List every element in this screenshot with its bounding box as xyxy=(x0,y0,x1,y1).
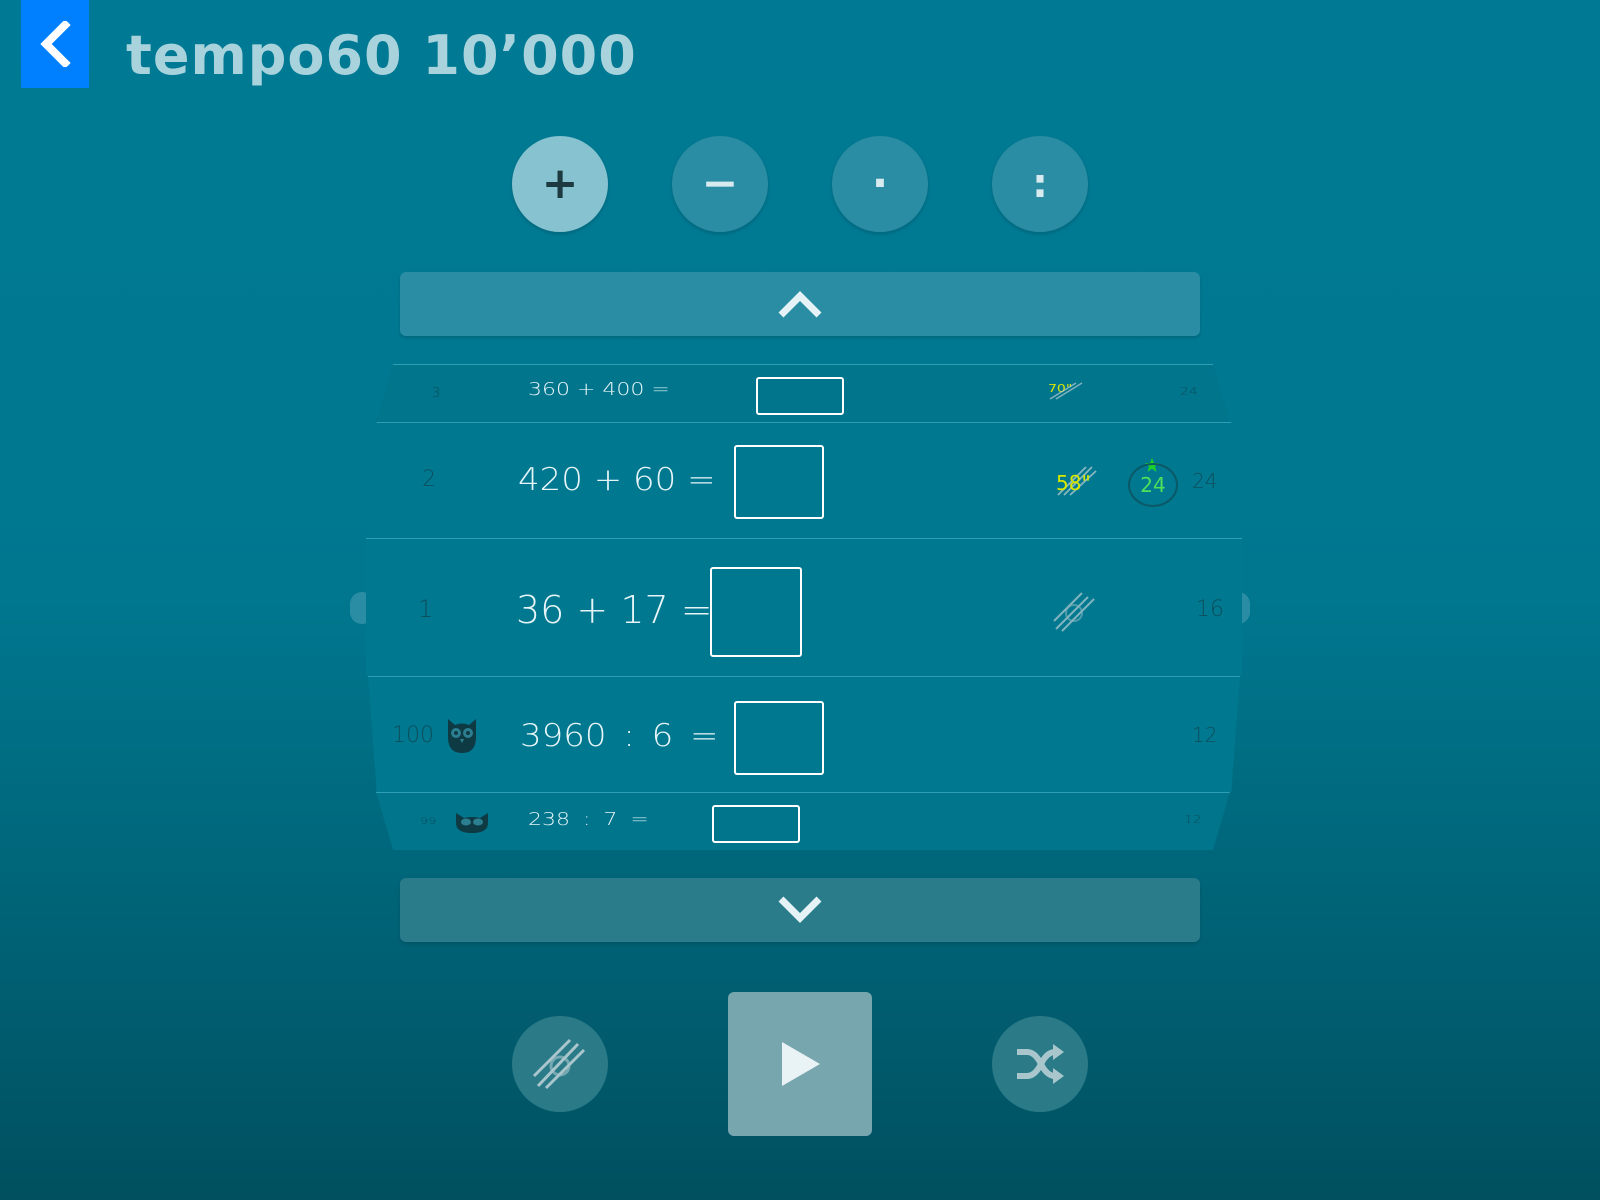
equation-text: 238 : 7 = xyxy=(528,809,649,830)
play-icon xyxy=(782,1042,820,1086)
answer-input[interactable] xyxy=(710,567,802,657)
tempo-mode-button[interactable] xyxy=(512,1016,608,1112)
minus-icon: − xyxy=(701,158,739,209)
answer-input[interactable] xyxy=(756,377,844,415)
chevron-left-icon xyxy=(40,21,71,67)
points-value: 12 xyxy=(1192,723,1218,747)
best-score-ring: 24 xyxy=(1128,463,1178,507)
exercise-row[interactable]: 1 36 + 17 = 16 xyxy=(366,538,1242,676)
divide-icon: : xyxy=(1032,161,1048,207)
shuffle-icon xyxy=(1017,1044,1064,1084)
plus-operation-button[interactable]: + xyxy=(512,136,608,232)
exercise-row[interactable]: 100 3960 : 6 = 12 xyxy=(368,676,1240,792)
plus-icon: + xyxy=(541,158,579,209)
times-operation-button[interactable]: · xyxy=(832,136,928,232)
row-number: 100 xyxy=(392,723,434,748)
operation-selector: + − · : xyxy=(0,136,1600,232)
times-icon: · xyxy=(871,158,889,209)
back-button[interactable] xyxy=(21,0,89,88)
tempo-stripes-icon xyxy=(532,1038,586,1090)
owl-icon xyxy=(456,813,488,833)
scroll-down-button[interactable] xyxy=(400,878,1200,942)
time-badge: 58" xyxy=(1056,471,1091,495)
owl-icon xyxy=(448,719,476,753)
minus-operation-button[interactable]: − xyxy=(672,136,768,232)
shuffle-button[interactable] xyxy=(992,1016,1088,1112)
scroll-up-button[interactable] xyxy=(400,272,1200,336)
row-number: 1 xyxy=(418,595,434,623)
points-value: 24 xyxy=(1192,469,1218,493)
points-value: 12 xyxy=(1184,814,1202,826)
tempo-stripes-icon xyxy=(1049,382,1083,400)
points-value: 24 xyxy=(1180,386,1198,398)
row-number: 3 xyxy=(432,386,441,401)
play-button[interactable] xyxy=(728,992,872,1136)
row-number: 2 xyxy=(422,467,436,492)
tempo-stripes-icon xyxy=(1053,592,1095,632)
points-value: 16 xyxy=(1196,597,1224,622)
equation-text: 36 + 17 = xyxy=(516,588,713,632)
equation-text: 420 + 60 = xyxy=(518,461,716,499)
exercise-row[interactable]: 3 360 + 400 = 70" 24 xyxy=(376,364,1230,422)
row-number: 99 xyxy=(420,816,437,827)
exercise-row[interactable]: 2 420 + 60 = 58" 24 24 xyxy=(368,422,1240,538)
divide-operation-button[interactable]: : xyxy=(992,136,1088,232)
exercise-row[interactable]: 99 238 : 7 = 12 xyxy=(376,792,1230,850)
equation-text: 360 + 400 = xyxy=(528,379,670,400)
answer-input[interactable] xyxy=(734,445,824,519)
equation-text: 3960 : 6 = xyxy=(520,717,719,755)
best-score-value: 24 xyxy=(1140,473,1166,497)
chevron-up-icon xyxy=(778,291,822,318)
page-title: tempo60 10’000 xyxy=(126,24,637,87)
answer-input[interactable] xyxy=(712,805,800,843)
chevron-down-icon xyxy=(778,896,822,923)
answer-input[interactable] xyxy=(734,701,824,775)
